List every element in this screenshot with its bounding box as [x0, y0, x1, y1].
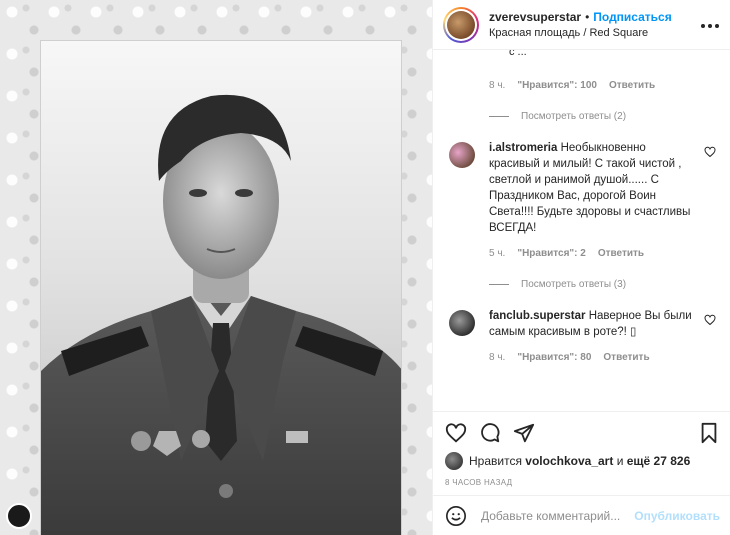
- comment-meta: 8 ч. "Нравится": 100 Ответить: [489, 80, 716, 91]
- user-tag-icon[interactable]: [6, 503, 32, 529]
- liker-username[interactable]: volochkova_art: [525, 454, 613, 468]
- comment-time: 5 ч.: [489, 248, 506, 259]
- heart-icon[interactable]: [445, 422, 467, 444]
- vintage-portrait-photo: [40, 40, 402, 535]
- likes-count[interactable]: ещё 27 826: [627, 454, 691, 468]
- reply-button[interactable]: Ответить: [603, 352, 649, 363]
- reply-button[interactable]: Ответить: [609, 80, 655, 91]
- post-location[interactable]: Красная площадь / Red Square: [489, 27, 700, 39]
- post-photo[interactable]: [0, 0, 432, 535]
- portrait-illustration: [41, 94, 401, 535]
- comments-list[interactable]: с ... 8 ч. "Нравится": 100 Ответить Посм…: [433, 50, 730, 411]
- heart-icon[interactable]: [704, 314, 716, 326]
- follow-button[interactable]: Подписаться: [593, 10, 671, 24]
- post-side-panel: zverevsuperstar • Подписаться Красная пл…: [432, 0, 730, 535]
- view-replies-label: Посмотреть ответы (3): [521, 279, 627, 290]
- comment-meta: 8 ч. "Нравится": 80 Ответить: [489, 352, 716, 363]
- liker-avatar[interactable]: [445, 452, 463, 470]
- more-icon[interactable]: [700, 16, 720, 34]
- likes-prefix: Нравится: [469, 454, 522, 468]
- comment-likes[interactable]: "Нравится": 100: [517, 80, 597, 91]
- comment-time: 8 ч.: [489, 352, 506, 363]
- comment-likes[interactable]: "Нравится": 2: [517, 248, 586, 259]
- view-replies-button[interactable]: Посмотреть ответы (3): [489, 279, 716, 290]
- divider-line: [489, 284, 509, 285]
- heart-icon[interactable]: [704, 146, 716, 158]
- comment-icon[interactable]: [479, 422, 501, 444]
- post-header: zverevsuperstar • Подписаться Красная пл…: [433, 0, 730, 50]
- share-icon[interactable]: [513, 422, 535, 444]
- separator-dot: •: [585, 10, 590, 24]
- view-replies-button[interactable]: Посмотреть ответы (2): [489, 111, 716, 122]
- author-avatar[interactable]: [443, 6, 479, 43]
- likes-summary[interactable]: Нравится volochkova_art и ещё 27 826: [445, 452, 720, 470]
- instagram-post-view: zverevsuperstar • Подписаться Красная пл…: [0, 0, 730, 535]
- author-username[interactable]: zverevsuperstar: [489, 10, 581, 24]
- commenter-username[interactable]: i.alstromeria: [489, 142, 557, 154]
- post-timestamp[interactable]: 8 ЧАСОВ НАЗАД: [445, 478, 720, 487]
- truncated-comment-text: с ...: [509, 50, 527, 58]
- post-actions: Нравится volochkova_art и ещё 27 826 8 Ч…: [433, 411, 730, 487]
- commenter-avatar[interactable]: [449, 142, 475, 168]
- reply-button[interactable]: Ответить: [598, 248, 644, 259]
- likes-conjunction: и: [616, 454, 624, 468]
- add-comment-bar: Опубликовать: [433, 495, 730, 535]
- emoji-icon[interactable]: [445, 505, 467, 527]
- bookmark-icon[interactable]: [698, 422, 720, 444]
- comment-time: 8 ч.: [489, 80, 506, 91]
- comment-item: fanclub.superstar Наверное Вы были самым…: [449, 308, 716, 340]
- comment-input[interactable]: [481, 508, 629, 523]
- comment-text: Необыкновенно красивый и милый! С такой …: [489, 142, 691, 234]
- commenter-username[interactable]: fanclub.superstar: [489, 310, 586, 322]
- commenter-avatar[interactable]: [449, 310, 475, 336]
- publish-button[interactable]: Опубликовать: [634, 509, 720, 523]
- comment-likes[interactable]: "Нравится": 80: [517, 352, 591, 363]
- comment-meta: 5 ч. "Нравится": 2 Ответить: [489, 248, 716, 259]
- view-replies-label: Посмотреть ответы (2): [521, 111, 627, 122]
- comment-item: i.alstromeria Необыкновенно красивый и м…: [449, 140, 716, 236]
- divider-line: [489, 116, 509, 117]
